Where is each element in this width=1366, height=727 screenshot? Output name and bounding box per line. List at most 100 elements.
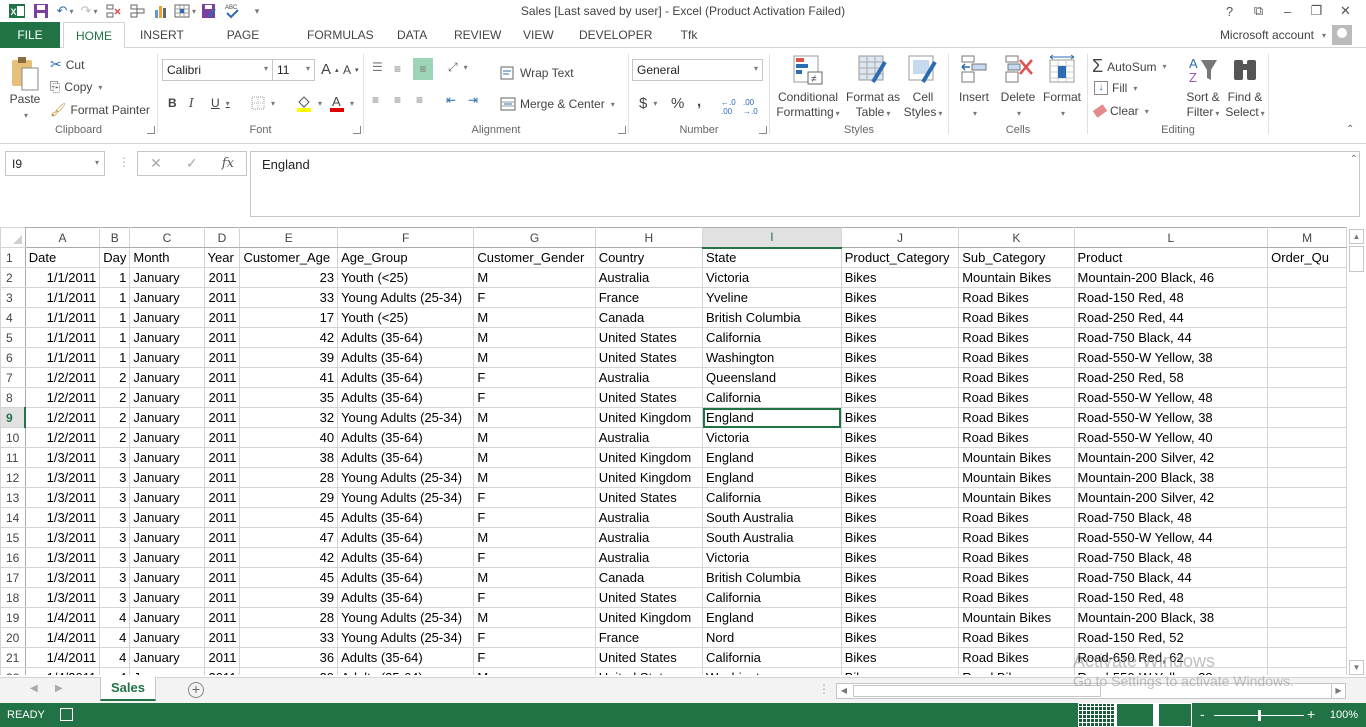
- cell[interactable]: 28: [239, 467, 339, 488]
- cell[interactable]: January: [129, 527, 205, 548]
- cell[interactable]: F: [473, 507, 596, 528]
- cell[interactable]: 42: [239, 327, 339, 348]
- dialog-launcher-icon[interactable]: [618, 126, 626, 134]
- cell[interactable]: F: [473, 387, 596, 408]
- cell[interactable]: Road Bikes: [958, 527, 1075, 548]
- cell[interactable]: M: [473, 607, 596, 628]
- row-header[interactable]: 4: [0, 307, 26, 328]
- cell[interactable]: 1/3/2011: [24, 527, 101, 548]
- format-painter-button[interactable]: 🖌 Format Painter: [50, 102, 150, 118]
- cell[interactable]: 39: [239, 347, 339, 368]
- align-right-button[interactable]: ≡: [416, 93, 423, 107]
- column-header-e[interactable]: E: [239, 227, 339, 248]
- align-left-button[interactable]: ≡: [372, 93, 379, 107]
- increase-indent-button[interactable]: ⇥: [468, 93, 478, 107]
- cell[interactable]: Road-150 Red, 48: [1073, 287, 1269, 308]
- cell[interactable]: Bikes: [840, 447, 960, 468]
- currency-button[interactable]: $ ▾: [639, 95, 657, 112]
- cell[interactable]: Victoria: [702, 267, 842, 288]
- avatar[interactable]: [1332, 25, 1352, 45]
- column-header-d[interactable]: D: [203, 227, 241, 248]
- tab-splitter[interactable]: ⋮: [818, 682, 830, 696]
- header-cell[interactable]: Customer_Gender: [473, 247, 596, 268]
- format-cells-button[interactable]: Format ▾: [1039, 54, 1085, 121]
- cell[interactable]: [1267, 267, 1347, 288]
- cell[interactable]: Bikes: [840, 547, 960, 568]
- cell[interactable]: 1: [99, 307, 131, 328]
- cell[interactable]: M: [473, 527, 596, 548]
- cell[interactable]: 2011: [203, 387, 241, 408]
- cell[interactable]: Bikes: [840, 587, 960, 608]
- cell[interactable]: 1/4/2011: [24, 667, 101, 675]
- column-header-g[interactable]: G: [473, 227, 596, 248]
- cell[interactable]: [1267, 547, 1347, 568]
- cell[interactable]: 17: [239, 307, 339, 328]
- cell[interactable]: [1267, 487, 1347, 508]
- cell[interactable]: England: [702, 467, 842, 488]
- cell[interactable]: Road-750 Black, 44: [1073, 327, 1269, 348]
- cell[interactable]: United States: [594, 387, 704, 408]
- cell[interactable]: Road Bikes: [958, 567, 1075, 588]
- row-header[interactable]: 18: [0, 587, 26, 608]
- cell[interactable]: Bikes: [840, 527, 960, 548]
- cell[interactable]: 45: [239, 507, 339, 528]
- cell[interactable]: Mountain Bikes: [958, 607, 1075, 628]
- cell[interactable]: Road-150 Red, 52: [1073, 627, 1269, 648]
- cell[interactable]: [1267, 567, 1347, 588]
- header-cell[interactable]: State: [702, 247, 842, 268]
- cell[interactable]: Road-550-W Yellow, 38: [1073, 407, 1269, 428]
- cell[interactable]: Youth (<25): [337, 307, 475, 328]
- cell[interactable]: Road-750 Black, 48: [1073, 507, 1269, 528]
- cell[interactable]: Road Bikes: [958, 367, 1075, 388]
- merge-center-button[interactable]: Merge & Center ▾: [500, 97, 615, 111]
- cell[interactable]: 3: [99, 547, 131, 568]
- cell[interactable]: 1/3/2011: [24, 507, 101, 528]
- middle-align-button[interactable]: ≡: [394, 62, 401, 76]
- cell[interactable]: Road-150 Red, 48: [1073, 587, 1269, 608]
- cell[interactable]: January: [129, 487, 205, 508]
- cell[interactable]: M: [473, 407, 596, 428]
- cell[interactable]: January: [129, 647, 205, 668]
- insert-function-icon[interactable]: fx: [222, 156, 234, 171]
- cell[interactable]: 1/3/2011: [24, 567, 101, 588]
- zoom-in-button[interactable]: +: [1307, 706, 1315, 722]
- cell[interactable]: Australia: [594, 527, 704, 548]
- cell[interactable]: Mountain-200 Black, 38: [1073, 467, 1269, 488]
- cell[interactable]: Road Bikes: [958, 587, 1075, 608]
- hscroll-thumb[interactable]: [853, 685, 1101, 697]
- cell[interactable]: Road-550-W Yellow, 44: [1073, 527, 1269, 548]
- column-header-k[interactable]: K: [958, 227, 1075, 248]
- scroll-down-button[interactable]: ▼: [1349, 660, 1364, 675]
- header-cell[interactable]: Country: [594, 247, 704, 268]
- cell[interactable]: 36: [239, 647, 339, 668]
- cell[interactable]: 1/3/2011: [24, 467, 101, 488]
- cell[interactable]: Bikes: [840, 567, 960, 588]
- decrease-decimal-button[interactable]: .00 →.0: [743, 98, 758, 116]
- cell[interactable]: M: [473, 467, 596, 488]
- cell[interactable]: Adults (35-64): [337, 447, 475, 468]
- select-all-corner[interactable]: [0, 227, 26, 248]
- cell[interactable]: 2011: [203, 667, 241, 675]
- cell[interactable]: [1267, 507, 1347, 528]
- cell[interactable]: 41: [239, 367, 339, 388]
- cell[interactable]: Adults (35-64): [337, 327, 475, 348]
- cell[interactable]: January: [129, 627, 205, 648]
- cell[interactable]: Bikes: [840, 307, 960, 328]
- row-header[interactable]: 2: [0, 267, 26, 288]
- cell[interactable]: Australia: [594, 427, 704, 448]
- row-header[interactable]: 3: [0, 287, 26, 308]
- tab-view[interactable]: VIEW: [523, 22, 554, 48]
- percent-button[interactable]: %: [671, 95, 684, 112]
- cell[interactable]: 39: [239, 587, 339, 608]
- conditional-formatting-button[interactable]: ≠ Conditional Formatting ▾: [774, 54, 842, 121]
- cell[interactable]: [1267, 327, 1347, 348]
- cell[interactable]: M: [473, 667, 596, 675]
- cell[interactable]: 2011: [203, 267, 241, 288]
- cell[interactable]: Road-250 Red, 58: [1073, 367, 1269, 388]
- cell[interactable]: Bikes: [840, 327, 960, 348]
- cell[interactable]: 35: [239, 387, 339, 408]
- cell[interactable]: Adults (35-64): [337, 667, 475, 675]
- cell[interactable]: Adults (35-64): [337, 587, 475, 608]
- cell[interactable]: 2011: [203, 347, 241, 368]
- increase-decimal-button[interactable]: ←.0.00: [721, 98, 736, 116]
